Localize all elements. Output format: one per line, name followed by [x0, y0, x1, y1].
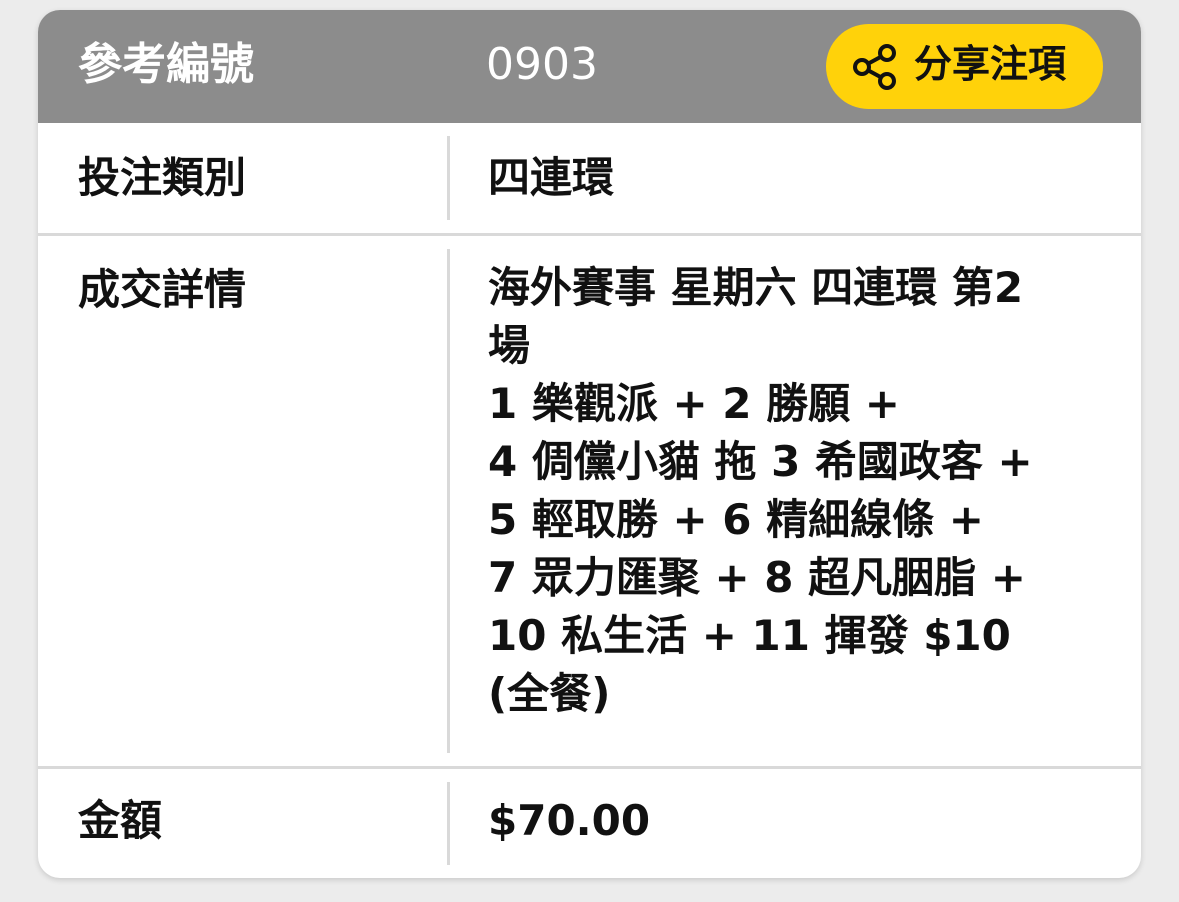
detail-line: 10 私生活 + 11 揮發 $10	[488, 611, 1011, 660]
bet-type-row: 投注類別 四連環	[38, 123, 1141, 234]
column-divider	[447, 782, 450, 865]
detail-line: 7 眾力匯聚 + 8 超凡胭脂 +	[488, 553, 1026, 602]
detail-line: (全餐)	[488, 669, 611, 718]
detail-line: 1 樂觀派 + 2 勝願 +	[488, 379, 900, 428]
bet-type-label: 投注類別	[78, 153, 247, 202]
reference-label: 參考編號	[78, 39, 254, 90]
reference-number: 0903	[486, 39, 598, 90]
share-icon	[853, 44, 896, 90]
bet-type-value: 四連環	[488, 153, 615, 202]
amount-label: 金額	[78, 796, 163, 845]
reference-header: 參考編號 0903 分享注項	[38, 10, 1141, 123]
transaction-details-row: 成交詳情 海外賽事 星期六 四連環 第2 場 1 樂觀派 + 2 勝願 + 4 …	[38, 236, 1141, 766]
amount-row: 金額 $70.00	[38, 769, 1141, 878]
bet-detail-card: 參考編號 0903 分享注項 投注類別 四連環 成交詳情 海外賽事 星期六 四連…	[38, 10, 1141, 878]
share-bet-button[interactable]: 分享注項	[826, 24, 1103, 109]
amount-value: $70.00	[488, 796, 651, 845]
detail-line: 場	[488, 321, 531, 370]
detail-line: 4 倜儻小貓 拖 3 希國政客 +	[488, 437, 1033, 486]
detail-line: 海外賽事 星期六 四連環 第2	[488, 263, 1024, 312]
transaction-details-label: 成交詳情	[78, 265, 247, 314]
detail-line: 5 輕取勝 + 6 精細線條 +	[488, 495, 984, 544]
share-bet-label: 分享注項	[914, 44, 1067, 86]
column-divider	[447, 136, 450, 220]
transaction-details-value: 海外賽事 星期六 四連環 第2 場 1 樂觀派 + 2 勝願 + 4 倜儻小貓 …	[488, 259, 1108, 723]
column-divider	[447, 249, 450, 753]
